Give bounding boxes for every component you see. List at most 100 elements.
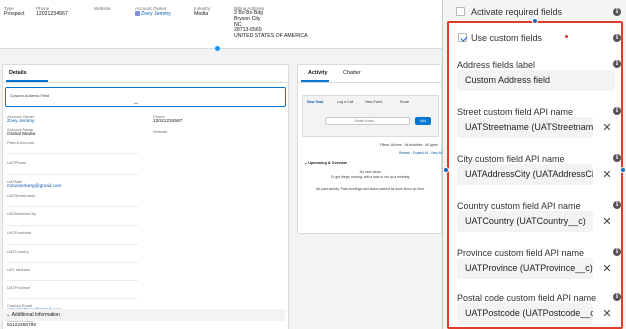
clear-icon[interactable]: ✕ <box>602 309 612 320</box>
divider <box>3 82 288 83</box>
subtab-email[interactable]: Email <box>400 100 409 104</box>
type-field: Type Prospect <box>4 6 24 18</box>
postal-field-select[interactable]: UATPostcode (UATPostcode__c) <box>457 303 593 324</box>
info-icon[interactable]: i <box>613 8 621 16</box>
industry-field: Industry Media <box>194 6 210 18</box>
detail-field: Phone 12021234567 <box>153 114 283 124</box>
no-past-activity: No past activity. Past meetings and task… <box>315 187 426 191</box>
address-label-title: Address fields label <box>457 60 536 70</box>
app-root: Type Prospect Phone 12021234567 Website … <box>0 0 626 329</box>
detail-field: Parent Account <box>7 140 137 145</box>
field-divider <box>7 262 138 263</box>
activate-required-checkbox[interactable] <box>456 7 465 16</box>
tab-details[interactable]: Details <box>9 70 27 76</box>
section-title: Additional Information <box>11 312 60 318</box>
owner-field: Account Owner Zoey Jemmy <box>135 6 171 18</box>
user-icon <box>135 11 140 17</box>
record-page: Type Prospect Phone 12021234567 Website … <box>0 0 443 329</box>
field-divider <box>7 280 138 281</box>
resize-handle[interactable] <box>620 167 626 173</box>
detail-field: UAT address <box>7 267 137 272</box>
edit-pencil-icon[interactable] <box>134 100 138 104</box>
billing-line: UNITED STATES OF AMERICA <box>234 32 308 39</box>
refresh-links[interactable]: Refresh · Expand All · View All <box>302 151 442 155</box>
owner-link[interactable]: Zoey Jemmy <box>135 11 171 17</box>
field-label: UATStreetname <box>7 193 36 198</box>
add-button[interactable]: Add <box>415 117 431 125</box>
detail-field: UATCountry <box>7 249 137 254</box>
field-divider <box>7 206 138 207</box>
field-label: Website <box>153 129 168 134</box>
subtab-new-task[interactable]: New Task <box>307 100 323 104</box>
clear-icon[interactable]: ✕ <box>602 123 612 134</box>
details-card: Details Custom Address Field Account Own… <box>2 64 289 329</box>
subtab-new-event[interactable]: New Event <box>365 100 382 104</box>
field-label: UATCountry <box>7 249 29 254</box>
custom-address-label: Custom Address Field <box>10 93 50 98</box>
field-value[interactable]: mzuckerberg@gmail.com <box>7 184 137 189</box>
custom-address-field[interactable]: Custom Address Field <box>5 87 286 107</box>
detail-field: Website <box>153 129 283 134</box>
info-icon[interactable]: i <box>613 248 621 256</box>
required-indicator <box>565 35 568 38</box>
type-value: Prospect <box>4 11 25 18</box>
field-value[interactable]: 12021234567 <box>153 119 283 124</box>
billing-field: Billing Address 3 Bo Bo Bdg Bryson City … <box>234 6 308 39</box>
info-icon[interactable]: i <box>613 154 621 162</box>
owner-name[interactable]: Zoey Jemmy <box>141 11 171 17</box>
task-input[interactable]: Create a task... <box>325 117 410 125</box>
phone-field: Phone 12021234567 <box>36 6 68 18</box>
province-field-title: Province custom field API name <box>457 248 585 258</box>
info-icon[interactable]: i <box>613 34 621 42</box>
field-label: UATAddressCity <box>7 211 36 216</box>
custom-fields-highlight: Use custom fields i Address fields label… <box>447 21 623 329</box>
postal-field-title: Postal code custom field API name <box>457 293 597 303</box>
activity-card: Activity Chatter New Task Log a Call New… <box>297 64 442 234</box>
publisher: New Task Log a Call New Event Email Crea… <box>302 95 439 137</box>
info-icon[interactable]: i <box>613 293 621 301</box>
section-additional-info[interactable]: ⌄ Additional Information <box>2 309 285 321</box>
address-label-input[interactable]: Custom Address field <box>457 70 615 91</box>
field-divider <box>7 244 138 245</box>
info-icon[interactable]: i <box>613 107 621 115</box>
filters-text[interactable]: Filters: All time · All activities · All… <box>302 143 438 147</box>
activate-required-row: Activate required fields i <box>454 5 621 19</box>
subtab-log-call[interactable]: Log a Call <box>337 100 353 104</box>
website-field: Website <box>94 6 111 11</box>
field-divider <box>7 298 138 299</box>
province-field-select[interactable]: UATProvince (UATProvince__c) <box>457 258 593 279</box>
info-icon[interactable]: i <box>613 201 621 209</box>
detail-field: UATStreetname <box>7 193 137 198</box>
activate-required-label[interactable]: Activate required fields <box>471 7 562 17</box>
tab-activity[interactable]: Activity <box>308 70 327 76</box>
street-field-select[interactable]: UATStreetname (UATStreetname__c) <box>457 117 593 138</box>
clear-icon[interactable]: ✕ <box>602 264 612 275</box>
detail-field: Account Owner Zoey Jemmy <box>7 114 137 124</box>
tab-chatter[interactable]: Chatter <box>343 70 361 76</box>
detail-field: UATMail mzuckerberg@gmail.com <box>7 179 137 189</box>
divider <box>298 82 441 83</box>
info-icon[interactable]: i <box>613 60 621 68</box>
clear-icon[interactable]: ✕ <box>602 217 612 228</box>
city-field-select[interactable]: UATAddressCity (UATAddressCity__c) <box>457 164 593 185</box>
country-field-title: Country custom field API name <box>457 201 581 211</box>
field-divider <box>7 225 138 226</box>
clear-icon[interactable]: ✕ <box>602 170 612 181</box>
field-value: Global Media <box>7 132 36 137</box>
resize-handle[interactable] <box>215 46 220 51</box>
resize-handle[interactable] <box>532 18 538 24</box>
country-field-select[interactable]: UATCountry (UATCountry__c) <box>457 211 593 232</box>
field-value[interactable]: Zoey Jemmy <box>7 119 137 124</box>
industry-value: Media <box>194 11 209 18</box>
upcoming-label: Upcoming & Overdue <box>308 161 348 165</box>
highlights-panel: Type Prospect Phone 12021234567 Website … <box>0 0 442 49</box>
settings-panel: Activate required fields i Use custom fi… <box>443 0 626 329</box>
phone-value[interactable]: 12021234567 <box>36 11 68 17</box>
upcoming-header[interactable]: ⌄ Upcoming & Overdue <box>304 160 347 165</box>
resize-handle[interactable] <box>443 167 449 173</box>
city-field-title: City custom field API name <box>457 154 565 164</box>
use-custom-label[interactable]: Use custom fields <box>471 33 542 43</box>
field-label: UATProvince <box>7 285 31 290</box>
detail-field: Account Name Global Media <box>7 127 137 137</box>
use-custom-checkbox[interactable] <box>458 33 467 42</box>
